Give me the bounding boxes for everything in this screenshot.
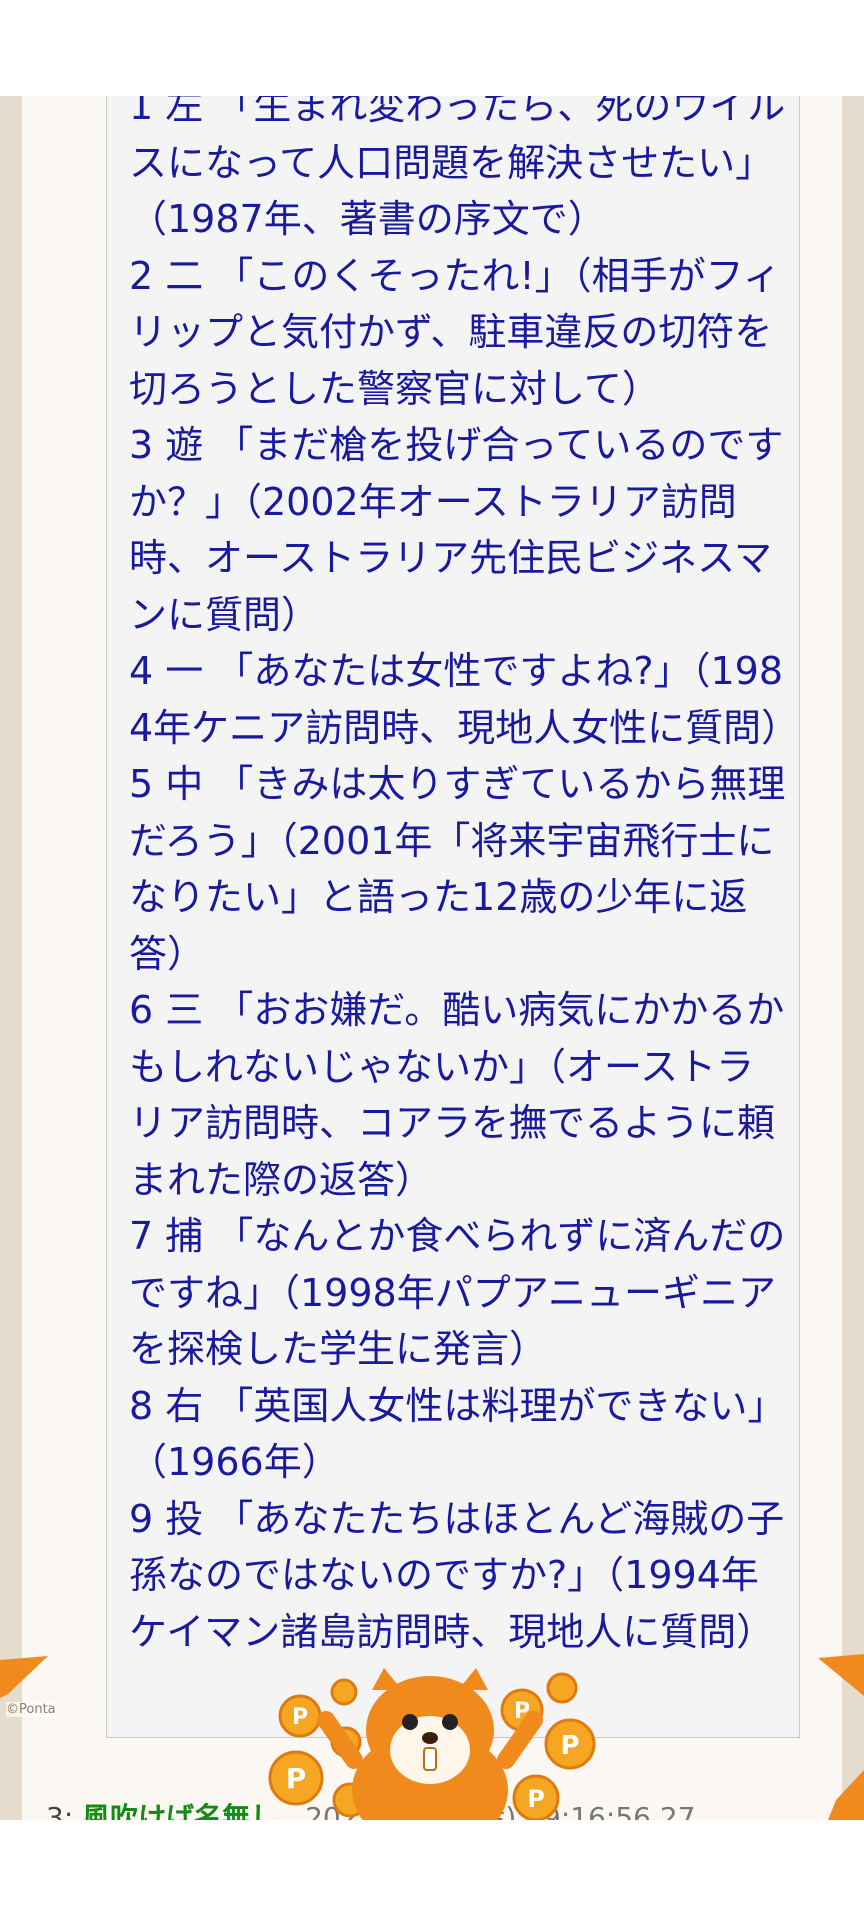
bottom-blank-area — [0, 1820, 864, 1920]
quote-item-6: 6 三 「おお嫌だ。酷い病気にかかるかもしれないじゃないか」（オーストラリア訪問… — [129, 988, 785, 1202]
p-coin-label: P — [286, 1762, 307, 1795]
right-border — [842, 96, 864, 1820]
quote-list: 1 左 「生まれ変わったら、死のウイルスになって人口問題を解決させたい」（198… — [129, 96, 800, 1660]
thread-area: 1 左 「生まれ変わったら、死のウイルスになって人口問題を解決させたい」（198… — [22, 96, 842, 1820]
svg-text:P: P — [527, 1785, 545, 1813]
page-background: 1 左 「生まれ変わったら、死のウイルスになって人口問題を解決させたい」（198… — [0, 96, 864, 1820]
quote-item-9: 9 投 「あなたたちはほとんど海賊の子孫なのではないのですか?」（1994年ケイ… — [129, 1496, 785, 1654]
quote-item-7: 7 捕 「なんとか食べられずに済んだのですね」（1998年パプアニューギニアを探… — [129, 1214, 786, 1371]
quote-item-2: 2 二 「このくそったれ!」（相手がフィリップと気付かず、駐車違反の切符を切ろう… — [129, 253, 781, 411]
quote-item-3: 3 遊 「まだ槍を投げ合っているのですか？」（2002年オーストラリア訪問時、オ… — [129, 423, 784, 637]
quote-item-1: 1 左 「生まれ変わったら、死のウイルスになって人口問題を解決させたい」（198… — [129, 96, 786, 241]
quote-box: 1 左 「生まれ変わったら、死のウイルスになって人口問題を解決させたい」（198… — [106, 96, 800, 1738]
orange-wedge-right — [818, 1654, 864, 1696]
quote-item-4: 4 一 「あなたは女性ですよね?」（1984年ケニア訪問時、現地人女性に質問） — [129, 649, 800, 750]
svg-text:P: P — [292, 1705, 308, 1730]
svg-text:P: P — [560, 1731, 579, 1761]
orange-wedge-left — [0, 1656, 48, 1698]
ponta-credit: ©Ponta — [6, 1702, 56, 1717]
quote-item-8: 8 右 「英国人女性は料理ができない」（1966年） — [129, 1383, 786, 1485]
ponta-ad-banner[interactable]: P P P P P — [0, 1650, 864, 1820]
left-border — [0, 96, 22, 1820]
quote-item-5: 5 中 「きみは太りすぎているから無理だろう」（2001年「将来宇宙飛行士になり… — [129, 762, 786, 976]
